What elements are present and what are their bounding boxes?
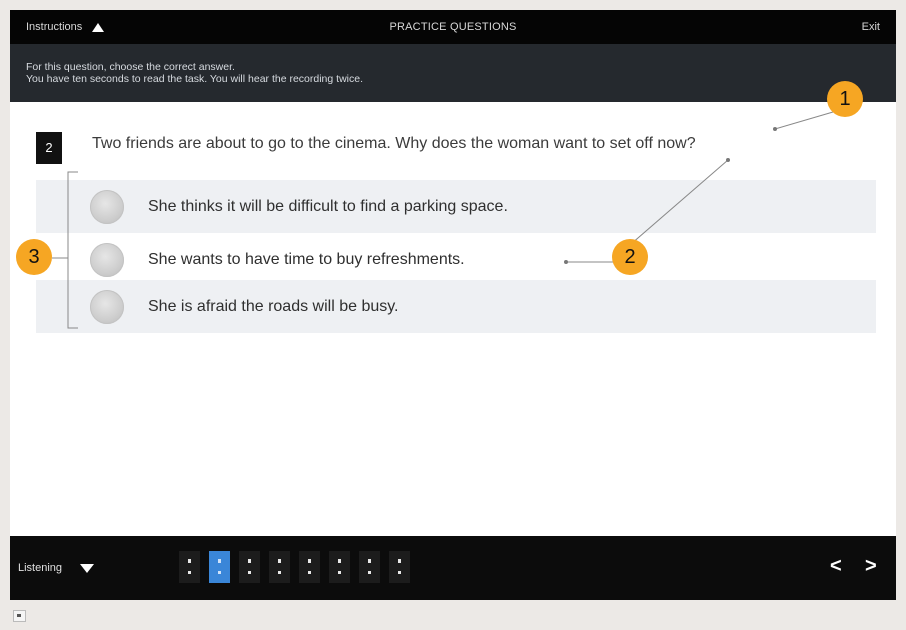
page-button-4[interactable] [269,551,290,583]
exam-window: Instructions PRACTICE QUESTIONS Exit For… [10,10,896,600]
page-button-1[interactable] [179,551,200,583]
question-text: Two friends are about to go to the cinem… [92,135,696,152]
instruction-line-2: You have ten seconds to read the task. Y… [26,73,363,85]
question-page-nav [179,551,410,583]
bottom-bar: Listening < > [10,536,896,600]
page-title: PRACTICE QUESTIONS [389,21,517,33]
callout-1-dot [773,127,777,131]
callout-badge-3: 3 [16,239,52,275]
callout-badge-1: 1 [827,81,863,117]
previous-icon[interactable]: < [830,555,842,578]
radio-button-1[interactable] [90,189,124,224]
question-number: 2 [36,132,62,164]
page-button-7[interactable] [359,551,380,583]
section-selector[interactable]: Listening [18,562,95,574]
answer-option-1[interactable]: She thinks it will be difficult to find … [36,180,876,233]
audio-icon [13,610,26,622]
callout-badge-2: 2 [612,239,648,275]
instructions-panel: For this question, choose the correct an… [10,44,896,102]
next-icon[interactable]: > [865,555,877,578]
answer-option-2[interactable]: She wants to have time to buy refreshmen… [36,233,876,286]
page-button-3[interactable] [239,551,260,583]
page-button-6[interactable] [329,551,350,583]
top-bar: Instructions PRACTICE QUESTIONS Exit [10,10,896,44]
instruction-line-1: For this question, choose the correct an… [26,61,235,73]
callout-2-dot [726,158,730,162]
answer-option-3[interactable]: She is afraid the roads will be busy. [36,280,876,333]
radio-button-3[interactable] [90,289,124,324]
page-button-2[interactable] [209,551,230,583]
section-label: Listening [18,562,63,574]
callout-2-dot-b [564,260,568,264]
exit-button[interactable]: Exit [862,21,880,33]
answer-option-3-text: She is afraid the roads will be busy. [148,297,399,315]
radio-button-2[interactable] [90,242,124,277]
page-button-8[interactable] [389,551,410,583]
triangle-down-icon [80,563,95,573]
answer-option-2-text: She wants to have time to buy refreshmen… [148,250,465,268]
page-button-5[interactable] [299,551,320,583]
answer-option-1-text: She thinks it will be difficult to find … [148,197,508,215]
